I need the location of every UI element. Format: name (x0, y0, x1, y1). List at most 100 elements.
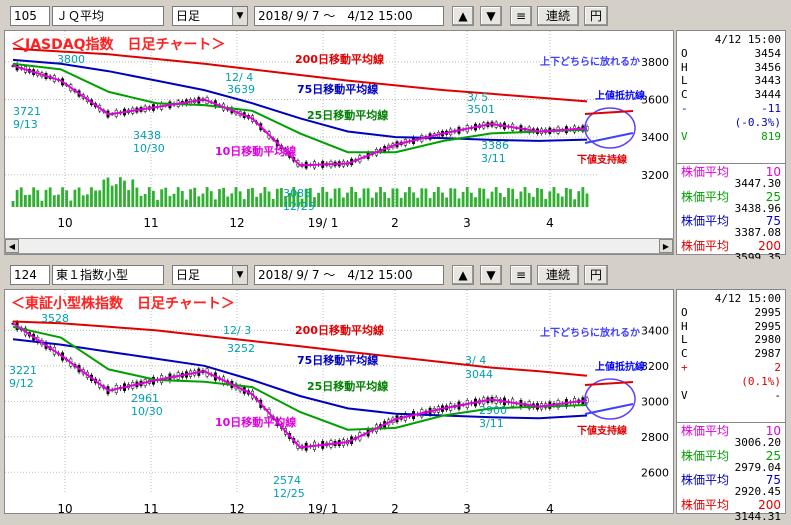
volume-bar (114, 184, 118, 207)
volume-bar (457, 198, 461, 207)
link-button[interactable]: 連続 (537, 265, 579, 285)
price-chart[interactable]: 10 11 12 19/ 1 2 3 4 3400 3200 3000 2800 2600 ＜東証小型株… (4, 289, 674, 515)
volume-bar (453, 188, 457, 207)
volume-bar (519, 191, 523, 207)
volume-bar (337, 188, 341, 207)
volume-bar (246, 188, 250, 207)
volume-bar (560, 196, 564, 207)
ma-list: 株価平均 10 3006.20 株価平均 25 2979.04 株価平均 75 2920.45 株… (677, 423, 785, 525)
ma-value: 3447.30 (734, 177, 781, 191)
quote-date: 4/12 15:00 (714, 292, 781, 305)
name-field[interactable]: ＪＱ平均 (52, 6, 164, 26)
price-point-label: 3528 (41, 312, 69, 325)
down-button[interactable]: ▼ (480, 6, 502, 26)
ma10-annotation: 10日移動平均線 (215, 415, 296, 429)
price-point-date: 10/30 (131, 405, 163, 418)
menu-button[interactable]: ≡ (510, 265, 532, 285)
volume-bar (73, 189, 77, 207)
ma200-annotation: 200日移動平均線 (295, 323, 384, 337)
volume-bar (160, 189, 164, 207)
volume-bar (540, 188, 543, 207)
down-button[interactable]: ▼ (480, 265, 502, 285)
price-chart[interactable]: 10 11 12 19/ 1 2 3 4 3800 3600 3400 3200 ＜JASDAQ指数 … (4, 30, 674, 255)
price-point-date: 3/11 (481, 152, 506, 165)
y-tick-label: 2800 (641, 431, 669, 444)
volume-bar (432, 192, 436, 207)
volume-bar (19, 187, 23, 207)
volume-bar (577, 191, 581, 207)
volume-bar (176, 187, 180, 207)
volume-bar (44, 189, 48, 207)
up-button[interactable]: ▲ (452, 6, 474, 26)
price-point-label: 3438 (133, 129, 161, 142)
volume-bar (379, 187, 382, 207)
volume-bar (428, 198, 432, 207)
ma25-annotation: 25日移動平均線 (307, 379, 388, 393)
name-field[interactable]: 東１指数小型 (52, 265, 164, 285)
volume-bar (441, 192, 444, 207)
x-tick-label: 10 (57, 216, 72, 230)
support-line (584, 132, 634, 144)
period-select[interactable]: 日足 ▼ (172, 265, 248, 285)
ma-label: 株価平均 (681, 165, 730, 179)
x-tick-label: 2 (391, 502, 399, 515)
menu-button[interactable]: ≡ (510, 6, 532, 26)
code-field[interactable]: 124 (10, 265, 50, 285)
volume-bar (255, 196, 259, 207)
ma-value: 3144.31 (734, 510, 781, 524)
chart-panel-1: 105 ＪＱ平均 日足 ▼ 2018/ 9/ 7 〜 4/12 15:00 ▲ ▼… (0, 0, 791, 264)
volume-bar (556, 193, 560, 207)
volume-bar (213, 199, 217, 207)
ma75-annotation: 75日移動平均線 (297, 82, 378, 96)
scroll-right-icon[interactable]: ▶ (659, 239, 673, 253)
volume-bar (168, 196, 172, 207)
toolbar: 124 東１指数小型 日足 ▼ 2018/ 9/ 7 〜 4/12 15:00 ▲… (2, 263, 789, 287)
change-value: -11 (761, 101, 781, 115)
price-point-label: 3/ 4 (465, 354, 486, 367)
volume-bar (383, 192, 387, 207)
volume-bar (189, 189, 192, 207)
price-point-label: 2961 (131, 392, 159, 405)
volume-bar (399, 197, 403, 207)
link-button[interactable]: 連続 (537, 6, 579, 26)
yen-button[interactable]: 円 (584, 265, 608, 285)
volume-bar (403, 192, 407, 207)
volume-bar (585, 193, 589, 207)
volume-bar (135, 187, 139, 207)
support-annotation: 下値支持線 (577, 424, 627, 437)
ma-label: 株価平均 (681, 497, 730, 512)
scroll-left-icon[interactable]: ◀ (5, 239, 19, 253)
support-annotation: 下値支持線 (577, 153, 627, 166)
direction-annotation: 上下どちらに放れるか (540, 326, 640, 339)
volume-bar (573, 199, 577, 207)
price-point-date: 9/12 (9, 377, 34, 390)
volume-bar (15, 190, 19, 207)
volume-bar (147, 187, 151, 207)
price-point-label: 2574 (273, 474, 301, 487)
code-field[interactable]: 105 (10, 6, 50, 26)
change-percent: (-0.3%) (734, 115, 781, 129)
volume-bar (230, 193, 234, 207)
low-value: 2980 (754, 333, 782, 347)
volume-bar (110, 185, 114, 207)
quote-date: 4/12 15:00 (714, 33, 781, 46)
volume-bar (36, 190, 40, 207)
up-button[interactable]: ▲ (452, 265, 474, 285)
volume-bar (102, 179, 106, 207)
volume-bar (222, 187, 226, 207)
ma-line (12, 58, 588, 142)
ma-label: 株価平均 (681, 424, 730, 438)
ma-label: 株価平均 (681, 448, 730, 463)
volume-bar (341, 197, 345, 207)
x-tick-label: 12 (229, 502, 244, 515)
x-tick-label: 19/ 1 (308, 502, 339, 515)
volume-bar (139, 195, 143, 207)
ma10-annotation: 10日移動平均線 (215, 144, 296, 158)
yen-button[interactable]: 円 (584, 6, 608, 26)
close-value: 2987 (754, 347, 782, 361)
high-value: 2995 (754, 319, 782, 333)
horizontal-scrollbar[interactable]: ◀ ▶ (4, 238, 674, 254)
volume-bar (569, 189, 572, 207)
period-select[interactable]: 日足 ▼ (172, 6, 248, 26)
volume-bar (85, 194, 89, 207)
